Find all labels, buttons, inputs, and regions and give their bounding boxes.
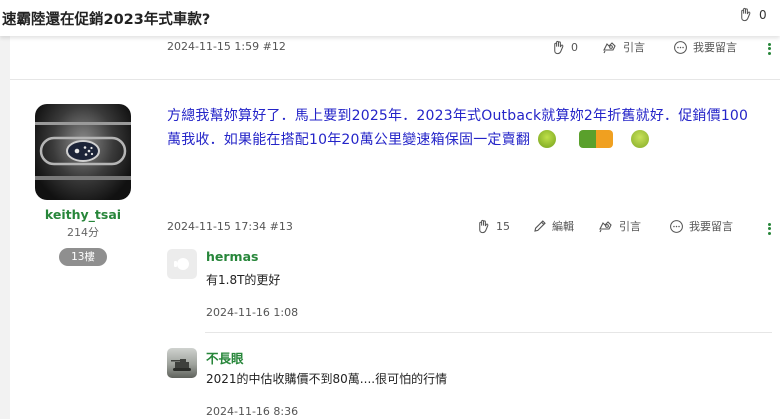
- post-13-clap-count: 15: [496, 219, 510, 233]
- laughing-crying-emoji-icon: [537, 130, 556, 148]
- post-12-reply-label: 我要留言: [693, 41, 737, 54]
- post-13-username[interactable]: keithy_tsai: [10, 207, 156, 222]
- post-13-actions: 15 編輯 引言 我要留言: [476, 218, 733, 234]
- post-12: 2024-11-15 1:59 #12 0 引言 我要留言: [10, 36, 780, 80]
- clap-icon: [741, 7, 751, 22]
- clap-icon: [479, 219, 489, 233]
- avatar[interactable]: [35, 104, 131, 200]
- post-13-quote-button[interactable]: 引言: [598, 218, 641, 234]
- comment-avatar[interactable]: [167, 249, 197, 279]
- tank-photo-icon: [171, 359, 191, 371]
- floor-badge: 13樓: [59, 248, 107, 266]
- comment-time: 2024-11-16 8:36: [206, 405, 299, 418]
- speech-bubble-icon: [674, 40, 687, 54]
- post-12-meta: 2024-11-15 1:59 #12: [167, 40, 286, 53]
- thread-clap-count: 0: [759, 7, 767, 22]
- post-13-content-line-2: 萬我收．如果能在搭配10年20萬公里變速箱保固一定賣翻: [167, 132, 531, 148]
- post-13-content-line-1: 方總我幫妳算好了．馬上要到2025年．2023年式Outback就算妳2年折舊就…: [167, 108, 749, 124]
- pencil-icon: [534, 220, 546, 232]
- post-13-edit-label: 編輯: [552, 220, 574, 233]
- subaru-grille-image: [35, 122, 131, 180]
- clap-icon: [554, 40, 564, 54]
- post-12-reply-button[interactable]: 我要留言: [673, 39, 737, 55]
- post-13-content: 方總我幫妳算好了．馬上要到2025年．2023年式Outback就算妳2年折舊就…: [167, 104, 772, 152]
- angry-face-emoji-icon: [631, 130, 649, 148]
- comment-username[interactable]: hermas: [206, 249, 258, 264]
- more-options-icon[interactable]: [768, 41, 772, 56]
- comment-item: 不長眼 2021的中估收購價不到80萬....很可怕的行情 2024-11-16…: [167, 348, 772, 419]
- thread-clap-button[interactable]: 0: [738, 7, 767, 22]
- post-13-points: 214分: [67, 226, 99, 239]
- comment-time: 2024-11-16 1:08: [206, 306, 299, 319]
- post-12-clap-button[interactable]: 0: [551, 40, 578, 55]
- post-13-reply-label: 我要留言: [689, 220, 733, 233]
- comment-text: 有1.8T的更好: [206, 273, 281, 287]
- quote-icon: [599, 221, 612, 233]
- post-list: 2024-11-15 1:59 #12 0 引言 我要留言 keithy_tsa…: [10, 36, 780, 419]
- post-12-clap-count: 0: [571, 40, 578, 54]
- comment-item: hermas 有1.8T的更好 2024-11-16 1:08: [167, 249, 772, 339]
- post-13-meta: 2024-11-15 17:34 #13: [167, 220, 293, 233]
- more-options-icon[interactable]: [768, 221, 772, 236]
- thread-title: 速霸陸還在促銷2023年式車款?: [2, 12, 211, 28]
- dragon-sparkle-emoji-icon: [579, 130, 614, 148]
- post-12-quote-label: 引言: [623, 41, 645, 54]
- post-12-actions: 0 引言 我要留言: [551, 39, 737, 55]
- quote-icon: [603, 42, 616, 54]
- default-avatar-icon: [174, 258, 189, 270]
- post-12-quote-button[interactable]: 引言: [602, 39, 645, 55]
- post-13-quote-label: 引言: [619, 220, 641, 233]
- post-13-content-line-2-wrap: 萬我收．如果能在搭配10年20萬公里變速箱保固一定賣翻: [167, 128, 772, 152]
- post-13-edit-button[interactable]: 編輯: [533, 218, 574, 234]
- thread-header: 速霸陸還在促銷2023年式車款? 0: [0, 0, 780, 36]
- post-13-reply-button[interactable]: 我要留言: [669, 218, 733, 234]
- comment-username[interactable]: 不長眼: [206, 348, 244, 367]
- post-13-clap-button[interactable]: 15: [476, 219, 510, 234]
- comment-avatar[interactable]: [167, 348, 197, 378]
- speech-bubble-icon: [670, 219, 683, 233]
- comment-text: 2021的中估收購價不到80萬....很可怕的行情: [206, 372, 448, 386]
- divider: [205, 332, 772, 333]
